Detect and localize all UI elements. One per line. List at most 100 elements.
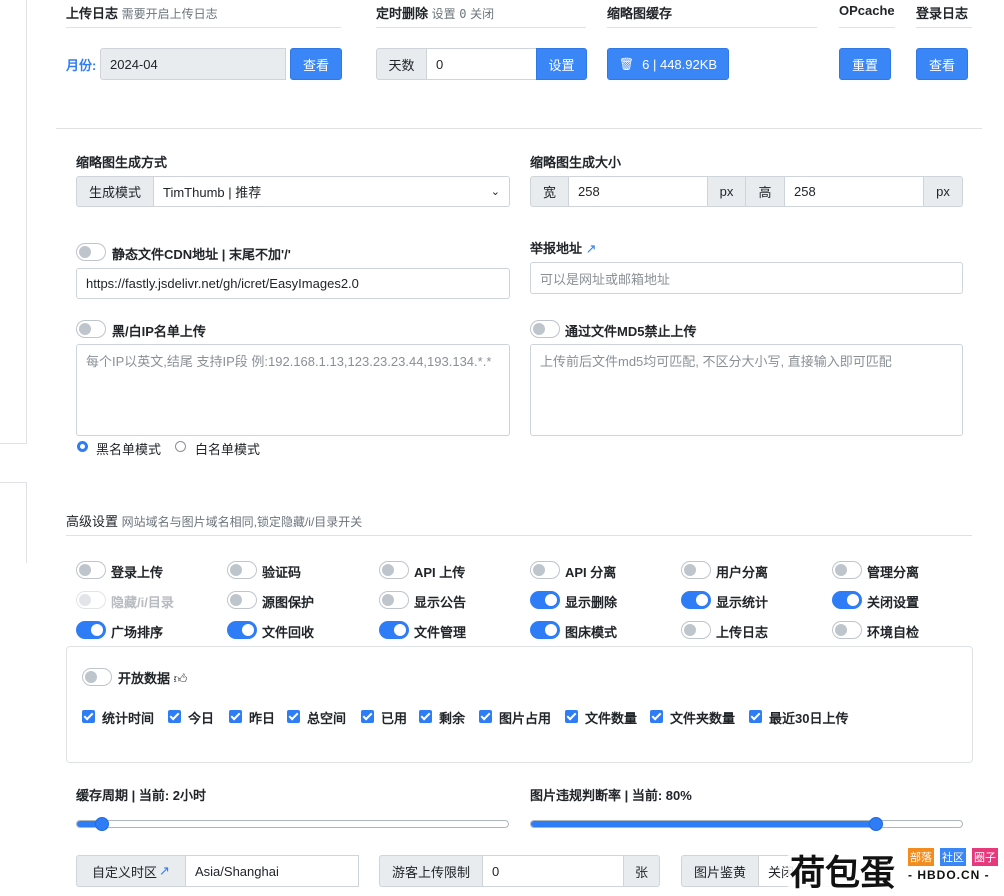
watermark-tag: 部落 <box>908 848 934 866</box>
violation-label: 图片违规判断率 | 当前: 80% <box>530 788 692 803</box>
open-data-checkbox[interactable] <box>650 710 663 723</box>
open-data-checkbox[interactable] <box>168 710 181 723</box>
advanced-toggle[interactable] <box>227 561 257 579</box>
divider <box>66 27 341 28</box>
violation-slider[interactable] <box>530 820 963 828</box>
advanced-toggle-label: 显示公告 <box>414 595 467 610</box>
md5-textarea[interactable]: 上传前后文件md5均可匹配, 不区分大小写, 直接输入即可匹配 <box>530 344 963 436</box>
advanced-toggle[interactable] <box>530 621 560 639</box>
advanced-toggle[interactable] <box>832 621 862 639</box>
open-data-checkbox-label: 剩余 <box>439 711 466 726</box>
thumb-cache-button[interactable]: 🗑 6 | 448.92KB <box>607 48 729 80</box>
open-data-card <box>66 646 973 763</box>
days-input[interactable]: 0 <box>426 48 537 80</box>
cdn-input[interactable]: https://fastly.jsdelivr.net/gh/icret/Eas… <box>76 268 510 299</box>
advanced-toggle-label: 源图保护 <box>262 595 315 610</box>
open-data-checkbox-label: 最近30日上传 <box>769 711 849 726</box>
view-login-log-button[interactable]: 查看 <box>916 48 968 80</box>
thumb-method-title: 缩略图生成方式 <box>76 155 168 170</box>
advanced-toggle-label: 显示删除 <box>565 595 618 610</box>
open-data-checkbox-label: 图片占用 <box>499 711 552 726</box>
cache-period-handle[interactable] <box>94 817 109 831</box>
advanced-toggle-label: 管理分离 <box>867 565 920 580</box>
watermark-tag: 圈子 <box>972 848 998 866</box>
days-addon: 天数 <box>376 48 427 80</box>
open-data-checkbox-label: 文件数量 <box>585 711 638 726</box>
external-link-icon[interactable]: ↗ <box>586 241 597 256</box>
month-input[interactable]: 2024-04 <box>100 48 286 80</box>
violation-handle[interactable] <box>869 817 884 831</box>
open-data-checkbox-label: 今日 <box>188 711 215 726</box>
advanced-toggle-label: 广场排序 <box>111 625 164 640</box>
advanced-toggle-label: 登录上传 <box>111 565 164 580</box>
chevron-down-icon: ⌄ <box>490 186 500 198</box>
guest-limit-addon: 游客上传限制 <box>379 855 483 887</box>
mode-select[interactable]: TimThumb | 推荐 ⌄ <box>153 176 510 207</box>
timezone-addon: 自定义时区 ↗ <box>76 855 186 887</box>
timezone-input[interactable]: Asia/Shanghai <box>185 855 359 887</box>
width-addon: 宽 <box>530 176 569 207</box>
left-panel-edge <box>0 0 27 444</box>
advanced-title: 高级设置 网站域名与图片域名相同,锁定隐藏/i/目录开关 <box>66 514 363 529</box>
image-review-addon: 图片鉴黄 <box>681 855 759 887</box>
open-data-checkbox[interactable] <box>287 710 300 723</box>
open-data-checkbox[interactable] <box>82 710 95 723</box>
md5-toggle[interactable] <box>530 320 560 338</box>
advanced-toggle[interactable] <box>832 591 862 609</box>
scheduled-delete-title: 定时删除 设置 0 关闭 <box>376 6 495 21</box>
open-data-toggle[interactable] <box>82 668 112 686</box>
advanced-toggle[interactable] <box>379 591 409 609</box>
reset-opcache-button[interactable]: 重置 <box>839 48 891 80</box>
advanced-toggle[interactable] <box>227 591 257 609</box>
open-data-checkbox[interactable] <box>749 710 762 723</box>
advanced-toggle[interactable] <box>530 591 560 609</box>
px-addon: px <box>707 176 746 207</box>
open-data-checkbox[interactable] <box>419 710 432 723</box>
advanced-toggle-label: 验证码 <box>262 565 302 580</box>
guest-limit-input[interactable]: 0 <box>482 855 624 887</box>
advanced-toggle[interactable] <box>227 621 257 639</box>
cache-period-slider[interactable] <box>76 820 509 828</box>
open-data-checkbox[interactable] <box>229 710 242 723</box>
open-data-checkbox[interactable] <box>361 710 374 723</box>
advanced-toggle[interactable] <box>681 621 711 639</box>
advanced-toggle-label: 上传日志 <box>716 625 769 640</box>
open-data-checkbox[interactable] <box>565 710 578 723</box>
open-data-checkbox[interactable] <box>479 710 492 723</box>
thumb-cache-title: 缩略图缓存 <box>607 6 673 21</box>
advanced-toggle[interactable] <box>832 561 862 579</box>
advanced-toggle[interactable] <box>681 561 711 579</box>
set-days-button[interactable]: 设置 <box>536 48 587 80</box>
height-input[interactable]: 258 <box>784 176 924 207</box>
divider <box>607 27 817 28</box>
advanced-hint: 网站域名与图片域名相同,锁定隐藏/i/目录开关 <box>121 515 363 529</box>
whitelist-radio-label: 白名单模式 <box>195 442 261 457</box>
trash-icon: 🗑 <box>618 57 635 71</box>
advanced-toggle-label: 文件管理 <box>414 625 467 640</box>
advanced-toggle[interactable] <box>76 561 106 579</box>
blacklist-radio[interactable] <box>77 441 88 452</box>
divider <box>66 535 972 536</box>
advanced-toggle-label: API 上传 <box>414 565 466 580</box>
cdn-toggle[interactable] <box>76 243 106 261</box>
ip-list-toggle[interactable] <box>76 320 106 338</box>
report-input[interactable]: 可以是网址或邮箱地址 <box>530 262 963 294</box>
violation-fill <box>531 821 876 827</box>
report-label: 举报地址 ↗ <box>530 241 597 256</box>
advanced-toggle[interactable] <box>681 591 711 609</box>
upload-log-hint: 需要开启上传日志 <box>121 7 218 21</box>
whitelist-radio[interactable] <box>175 441 186 452</box>
open-data-label: 开放数据 👍︎ <box>118 671 188 686</box>
view-upload-log-button[interactable]: 查看 <box>290 48 342 80</box>
advanced-toggle-label: 隐藏/i/目录 <box>111 595 174 610</box>
watermark-domain: - HBDO.CN - <box>908 868 990 882</box>
width-input[interactable]: 258 <box>568 176 708 207</box>
advanced-toggle-label: API 分离 <box>565 565 617 580</box>
open-data-checkbox-label: 已用 <box>381 711 408 726</box>
advanced-toggle[interactable] <box>530 561 560 579</box>
advanced-toggle[interactable] <box>76 621 106 639</box>
ip-list-textarea[interactable]: 每个IP以英文,结尾 支持IP段 例:192.168.1.13,123.23.2… <box>76 344 510 436</box>
advanced-toggle[interactable] <box>379 621 409 639</box>
advanced-toggle[interactable] <box>379 561 409 579</box>
external-link-icon[interactable]: ↗ <box>159 863 170 879</box>
